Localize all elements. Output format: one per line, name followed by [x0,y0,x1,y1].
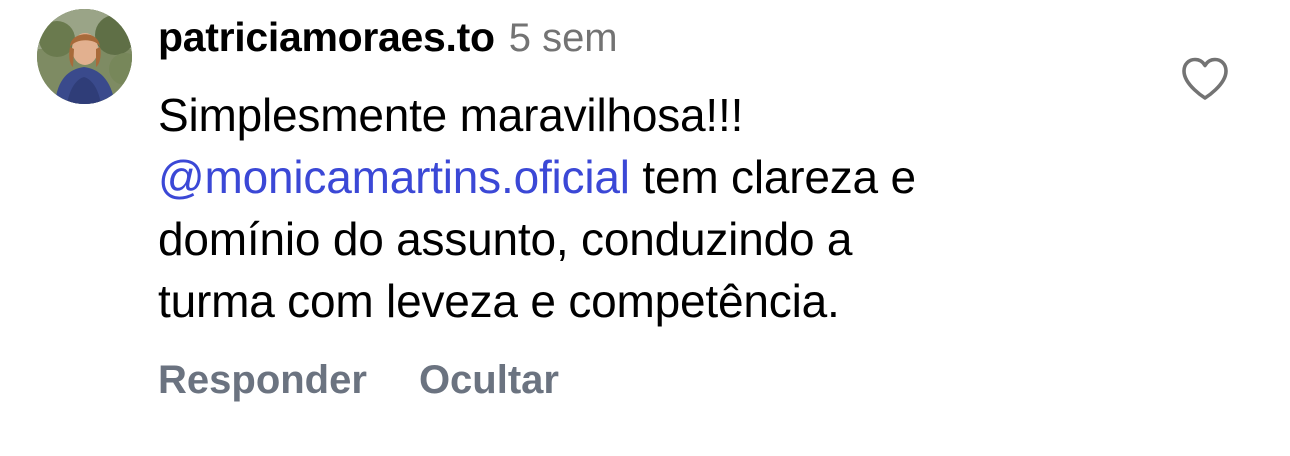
comment-text-line: @monicamartins.oficial tem clareza e [158,146,1138,208]
username-link[interactable]: patriciamoraes.to [158,14,495,61]
mention-link[interactable]: @monicamartins.oficial [158,151,630,203]
comment-text: Simplesmente maravilhosa!!! @monicamarti… [158,84,1138,332]
comment-timestamp: 5 sem [508,16,618,60]
comment-text-line: turma com leveza e competência. [158,275,840,327]
avatar[interactable] [37,9,132,104]
like-button[interactable] [1180,56,1230,102]
comment-text-fragment: tem clareza e [629,151,916,203]
comment-text-line: Simplesmente maravilhosa!!! [158,89,744,141]
comment-item: patriciamoraes.to 5 sem Simplesmente mar… [0,0,1290,456]
user-avatar-photo-icon [37,9,132,104]
reply-button[interactable]: Responder [158,358,367,403]
hide-button[interactable]: Ocultar [419,358,559,403]
comment-text-line: domínio do assunto, conduzindo a [158,213,853,265]
comment-actions: Responder Ocultar [158,358,611,403]
heart-outline-icon [1182,57,1228,100]
comment-header: patriciamoraes.to 5 sem [158,14,618,66]
